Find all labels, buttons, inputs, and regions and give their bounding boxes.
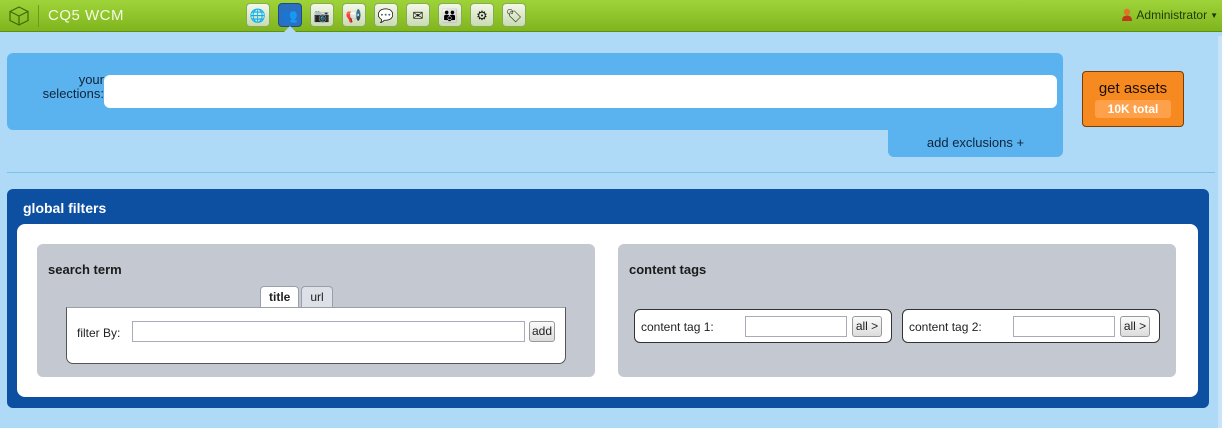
content-tag-1-label: content tag 1: (641, 320, 714, 334)
gear-icon[interactable]: ⚙ (470, 3, 494, 27)
tab-url[interactable]: url (301, 286, 333, 307)
user-menu[interactable]: Administrator ▼ (1121, 8, 1218, 22)
assets-total-badge: 10K total (1094, 100, 1172, 118)
people-icon[interactable]: 👥 (278, 3, 302, 27)
content-tags-title: content tags (629, 262, 707, 277)
filter-by-input[interactable] (132, 321, 525, 342)
divider (7, 172, 1215, 173)
selections-panel: your selections: (7, 53, 1063, 130)
tab-title[interactable]: title (260, 286, 300, 307)
megaphone-icon[interactable]: 📢 (342, 3, 366, 27)
content-tag-2-input[interactable] (1013, 316, 1115, 337)
content-tag-2-all-button[interactable]: all > (1120, 316, 1150, 337)
top-bar: CQ5 WCM 🌐 👥 📷 📢 💬 ✉ 👪 ⚙ 🏷 Administrator … (0, 0, 1222, 32)
user-name: Administrator (1136, 8, 1208, 22)
get-assets-button[interactable]: get assets 10K total (1082, 71, 1184, 127)
tool-icon-bar: 🌐 👥 📷 📢 💬 ✉ 👪 ⚙ 🏷 (246, 3, 526, 27)
mail-icon[interactable]: ✉ (406, 3, 430, 27)
selections-label: your selections: (42, 72, 104, 101)
users-icon[interactable]: 👪 (438, 3, 462, 27)
logo-divider (38, 5, 39, 27)
content-tags-panel: content tags content tag 1: all > conten… (618, 244, 1176, 377)
search-term-title: search term (48, 262, 122, 277)
get-assets-label: get assets (1098, 80, 1168, 97)
content-tag-2-label: content tag 2: (909, 320, 982, 334)
content-tag-2-box: content tag 2: all > (902, 309, 1160, 343)
chat-icon[interactable]: 💬 (374, 3, 398, 27)
app-brand: CQ5 WCM (48, 7, 124, 24)
user-icon (1122, 8, 1133, 21)
search-term-box: filter By: add (66, 307, 566, 364)
filter-by-label: filter By: (77, 326, 121, 340)
global-filters-body: search term title url filter By: add con… (17, 224, 1198, 397)
global-filters-title: global filters (23, 200, 107, 216)
add-button[interactable]: add (529, 321, 555, 342)
global-filters-section: global filters search term title url fil… (7, 189, 1209, 408)
content-tag-1-input[interactable] (745, 316, 847, 337)
tag-icon[interactable]: 🏷 (502, 3, 526, 27)
chevron-down-icon: ▼ (1210, 10, 1218, 20)
window-scroll-edge (1218, 36, 1222, 428)
content-tag-1-box: content tag 1: all > (634, 309, 892, 343)
active-tool-pointer (284, 26, 296, 32)
camera-icon[interactable]: 📷 (310, 3, 334, 27)
globe-icon[interactable]: 🌐 (246, 3, 270, 27)
selections-input[interactable] (104, 75, 1057, 108)
search-term-panel: search term title url filter By: add (37, 244, 595, 377)
search-tabs: title url (260, 286, 333, 307)
add-exclusions-button[interactable]: add exclusions + (888, 128, 1063, 157)
cq5-logo-icon (9, 6, 29, 26)
content-tag-1-all-button[interactable]: all > (852, 316, 882, 337)
